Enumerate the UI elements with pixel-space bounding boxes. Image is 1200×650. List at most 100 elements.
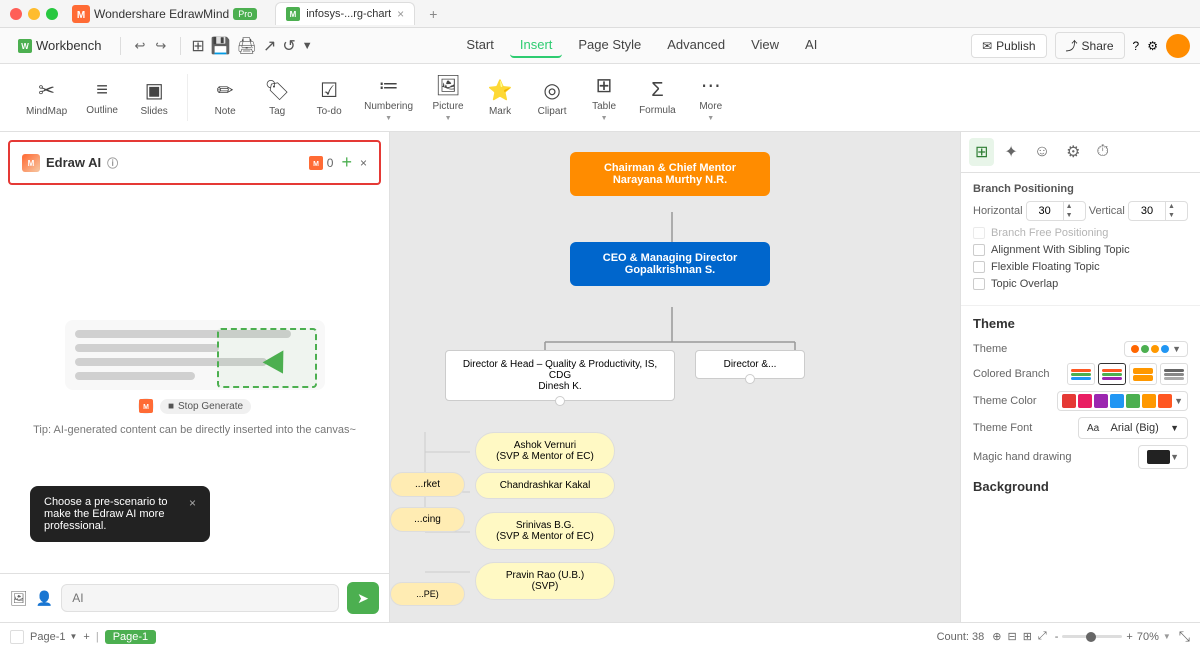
grid-icon[interactable]: ⊟ xyxy=(1007,630,1016,643)
tab-history[interactable]: ⏱ xyxy=(1091,139,1115,165)
theme-color-selector[interactable]: ▼ xyxy=(1057,391,1188,411)
colored-branch-opt-1[interactable] xyxy=(1067,363,1095,385)
table-tool[interactable]: ⊞ Table ▼ xyxy=(579,69,629,126)
zoom-slider-track[interactable] xyxy=(1062,635,1122,638)
help-icon[interactable]: ? xyxy=(1133,39,1140,53)
close-dot[interactable] xyxy=(10,8,22,20)
swatch-green[interactable] xyxy=(1126,394,1140,408)
left-edge-node-2[interactable]: ...cing xyxy=(390,507,465,532)
add-page-button[interactable]: + xyxy=(83,631,89,643)
vertical-value-field[interactable] xyxy=(1129,203,1165,219)
active-page-tab[interactable]: Page-1 xyxy=(105,630,156,644)
page-icon[interactable] xyxy=(10,630,24,644)
clipart-tool[interactable]: ◎ Clipart xyxy=(527,74,577,121)
fit-icon[interactable]: ⊕ xyxy=(992,630,1001,643)
picture-tool[interactable]: 🖼 Picture ▼ xyxy=(423,69,473,126)
ai-image-icon[interactable]: 🖼 xyxy=(10,590,28,607)
free-positioning-checkbox[interactable] xyxy=(973,227,985,239)
fullscreen-icon[interactable]: ⤢ xyxy=(1038,630,1047,643)
mindmap-tool[interactable]: ✂ MindMap xyxy=(18,74,75,121)
undo-button[interactable]: ↩ xyxy=(131,36,150,56)
numbering-tool[interactable]: ≔ Numbering ▼ xyxy=(356,69,421,126)
chairman-node[interactable]: Chairman & Chief Mentor Narayana Murthy … xyxy=(570,152,770,196)
expand-icon[interactable]: ⤡ xyxy=(1179,628,1190,645)
ai-input-field[interactable] xyxy=(61,584,339,612)
menu-ai[interactable]: AI xyxy=(795,33,827,58)
todo-tool[interactable]: ☑ To-do xyxy=(304,74,354,121)
ai-send-button[interactable]: ➤ xyxy=(347,582,379,614)
dropdown-icon[interactable]: ▼ xyxy=(302,40,313,52)
add-tab-button[interactable]: + xyxy=(429,6,437,22)
menu-start[interactable]: Start xyxy=(456,33,503,58)
topic-overlap-checkbox[interactable] xyxy=(973,278,985,290)
horizontal-up-arrow[interactable]: ▲ xyxy=(1064,202,1075,211)
menu-view[interactable]: View xyxy=(741,33,789,58)
swatch-blue[interactable] xyxy=(1110,394,1124,408)
horizontal-input[interactable]: ▲ ▼ xyxy=(1026,201,1086,221)
swatch-purple[interactable] xyxy=(1094,394,1108,408)
save-icon[interactable]: 💾 xyxy=(211,36,231,56)
redo-button[interactable]: ↪ xyxy=(151,36,170,56)
slides-tool[interactable]: ▣ Slides xyxy=(129,74,179,121)
side-node-2[interactable]: Chandrashkar Kakal xyxy=(475,472,615,499)
minimize-dot[interactable] xyxy=(28,8,40,20)
menu-page-style[interactable]: Page Style xyxy=(568,33,651,58)
tab-settings[interactable]: ⚙ xyxy=(1060,138,1086,166)
vertical-input[interactable]: ▲ ▼ xyxy=(1128,201,1188,221)
ai-close-button[interactable]: × xyxy=(360,156,367,170)
window-controls[interactable] xyxy=(10,8,58,20)
colored-branch-opt-3[interactable] xyxy=(1129,363,1157,385)
menu-advanced[interactable]: Advanced xyxy=(657,33,735,58)
outline-tool[interactable]: ≡ Outline xyxy=(77,75,127,120)
director2-node[interactable]: Director &... xyxy=(695,350,805,379)
maximize-dot[interactable] xyxy=(46,8,58,20)
colored-branch-opt-2[interactable] xyxy=(1098,363,1126,385)
vertical-up-arrow[interactable]: ▲ xyxy=(1166,202,1177,211)
zoom-in-button[interactable]: + xyxy=(1126,631,1132,643)
alignment-sibling-checkbox[interactable] xyxy=(973,244,985,256)
swatch-pink[interactable] xyxy=(1078,394,1092,408)
file-tab[interactable]: M infosys-...rg-chart × xyxy=(275,2,415,25)
collapse-panel-button[interactable]: › xyxy=(960,192,961,222)
tab-close-icon[interactable]: × xyxy=(397,7,404,21)
ai-info-icon[interactable]: ⓘ xyxy=(107,155,118,171)
share-button[interactable]: ⤴ Share xyxy=(1055,32,1125,59)
theme-selector[interactable]: ▼ xyxy=(1124,341,1188,357)
print-icon[interactable]: 🖨 xyxy=(237,36,257,56)
add-icon[interactable]: ⊞ xyxy=(191,36,204,56)
tooltip-close-button[interactable]: × xyxy=(189,496,196,510)
menu-insert[interactable]: Insert xyxy=(510,33,563,58)
horizontal-value-field[interactable] xyxy=(1027,203,1063,219)
publish-button[interactable]: ✉ Publish xyxy=(971,34,1046,58)
ceo-node[interactable]: CEO & Managing Director Gopalkrishnan S. xyxy=(570,242,770,286)
swatch-orange[interactable] xyxy=(1142,394,1156,408)
tab-magic[interactable]: ✦ xyxy=(998,138,1023,166)
formula-tool[interactable]: Σ Formula xyxy=(631,75,684,120)
more-tool[interactable]: ⋯ More ▼ xyxy=(686,69,736,126)
side-node-4[interactable]: Pravin Rao (U.B.) (SVP) xyxy=(475,562,615,600)
flexible-floating-checkbox[interactable] xyxy=(973,261,985,273)
tab-layout[interactable]: ⊞ xyxy=(969,138,994,166)
colored-branch-opt-4[interactable] xyxy=(1160,363,1188,385)
ai-stop-button[interactable]: ■ Stop Generate xyxy=(160,399,251,414)
director1-node[interactable]: Director & Head – Quality & Productivity… xyxy=(445,350,675,401)
theme-font-selector[interactable]: Aa Arial (Big) ▼ xyxy=(1078,417,1188,439)
swatch-deep-orange[interactable] xyxy=(1158,394,1172,408)
side-node-3[interactable]: Srinivas B.G. (SVP & Mentor of EC) xyxy=(475,512,615,550)
ai-add-button[interactable]: + xyxy=(341,152,352,173)
magic-drawing-selector[interactable]: ▼ xyxy=(1138,445,1188,469)
left-edge-node-3[interactable]: ...PE) xyxy=(390,582,465,606)
settings-icon[interactable]: ⚙ xyxy=(1147,39,1158,53)
note-tool[interactable]: ✏ Note xyxy=(200,74,250,121)
ai-person-icon[interactable]: 👤 xyxy=(36,590,53,607)
mark-tool[interactable]: ⭐ Mark xyxy=(475,74,525,121)
side-node-1[interactable]: Ashok Vernuri (SVP & Mentor of EC) xyxy=(475,432,615,470)
left-edge-node-1[interactable]: ...rket xyxy=(390,472,465,497)
tag-tool[interactable]: 🏷 Tag xyxy=(252,74,302,121)
layout-icon[interactable]: ⊞ xyxy=(1023,630,1032,643)
avatar[interactable] xyxy=(1166,34,1190,58)
horizontal-down-arrow[interactable]: ▼ xyxy=(1064,211,1075,220)
canvas-area[interactable]: Chairman & Chief Mentor Narayana Murthy … xyxy=(390,132,960,622)
vertical-down-arrow[interactable]: ▼ xyxy=(1166,211,1177,220)
export-icon[interactable]: ↗ xyxy=(263,36,276,56)
